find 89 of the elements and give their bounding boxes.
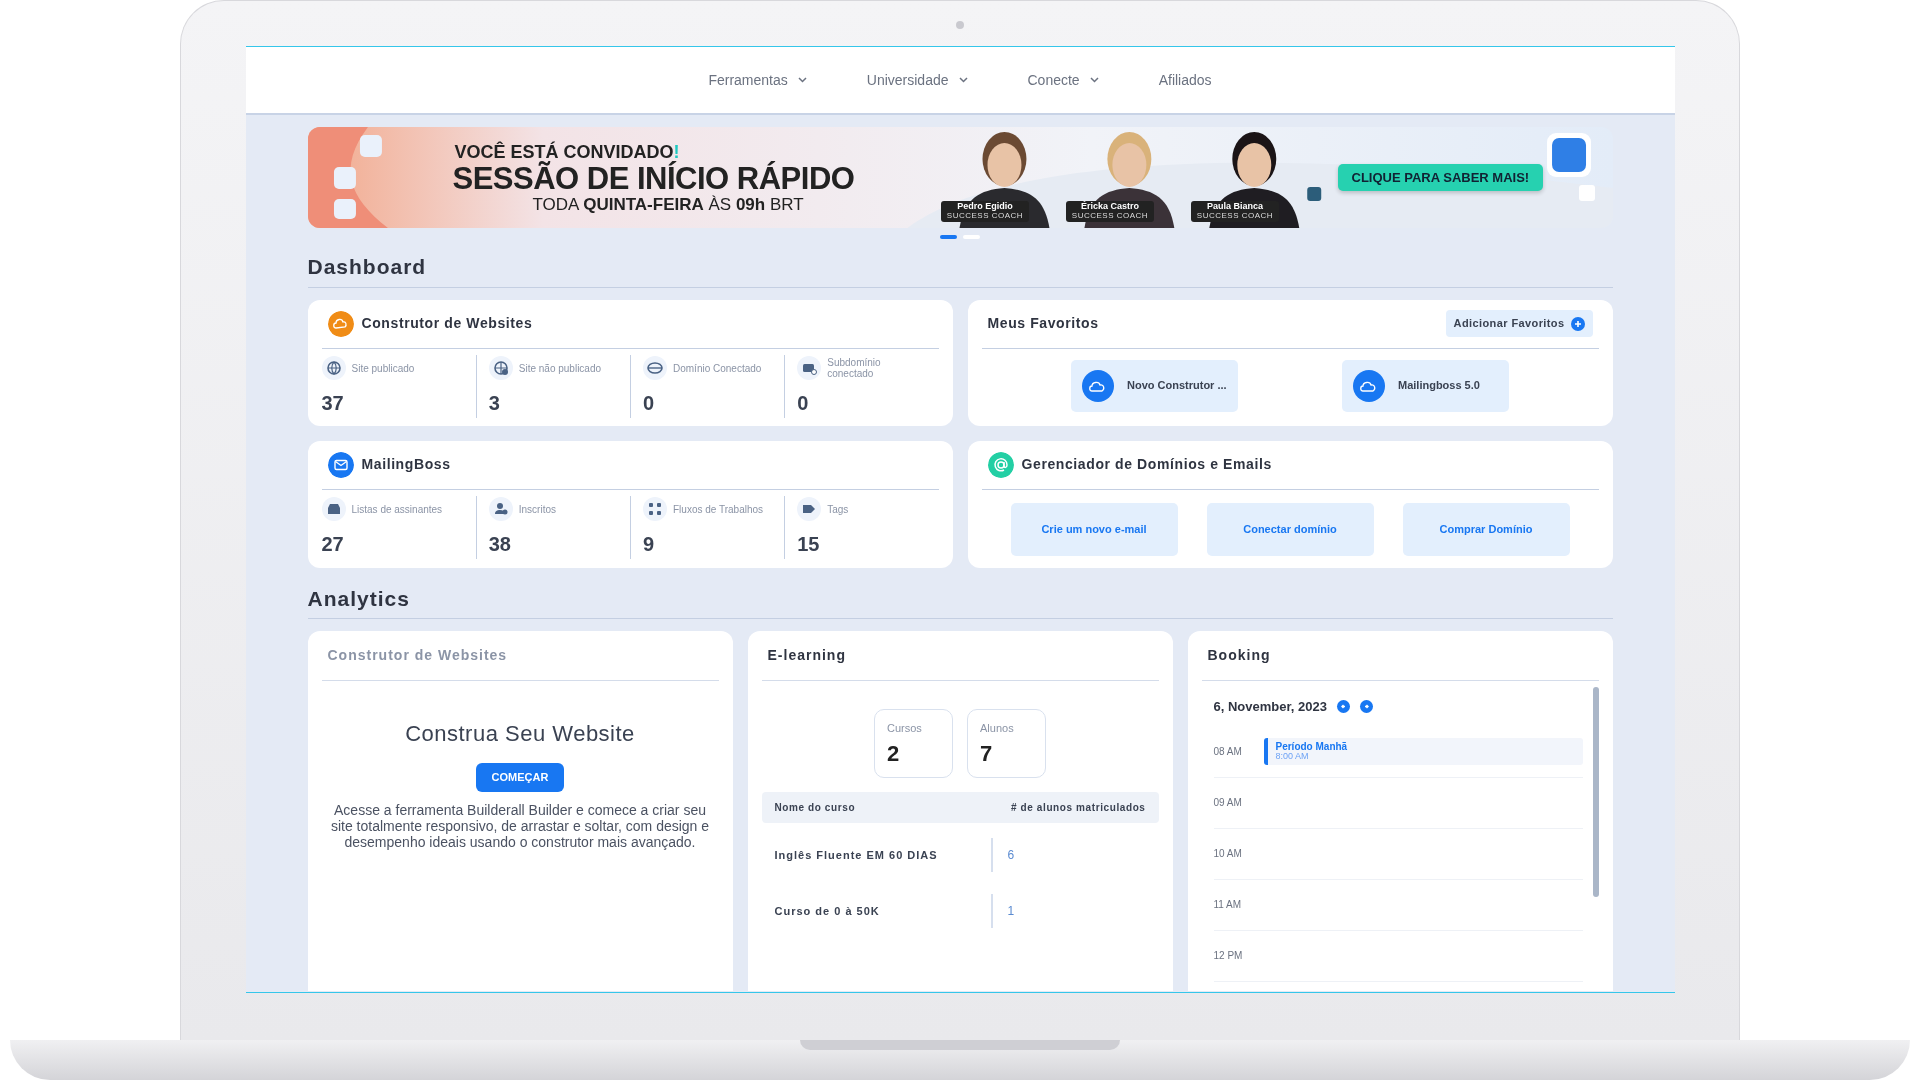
stat-value: 27	[321, 531, 345, 557]
cloud-icon	[1353, 369, 1385, 402]
banner-schedule: TODA QUINTA-FEIRA ÀS 09h BRT	[532, 195, 805, 213]
stat-label: Cursos	[887, 721, 923, 736]
cloud-icon	[1082, 369, 1114, 402]
stat-label: Site publicado	[351, 362, 415, 374]
globe-icon	[321, 356, 346, 380]
coach-role: SUCCESS COACH	[946, 212, 1024, 221]
table-cell: 6	[990, 838, 1030, 872]
user-plus-icon	[488, 497, 513, 521]
card-title: Construtor de Websites	[321, 631, 719, 681]
time-label: 08 AM	[1213, 745, 1243, 759]
cta-button[interactable]: CLIQUE PARA SABER MAIS!	[1337, 163, 1544, 192]
at-sign-icon	[987, 451, 1014, 478]
coach-name: Éricka Castro	[1080, 202, 1139, 213]
section-title: Analytics	[307, 582, 1613, 619]
stat-label: Fluxos de Trabalhos	[673, 503, 764, 515]
column-header: # de alunos matriculados	[1011, 801, 1146, 815]
time-label: 09 AM	[1213, 796, 1243, 810]
card-title: Meus Favoritos	[987, 315, 1099, 332]
inbox-icon	[321, 497, 346, 521]
time-label: 12 PM	[1213, 949, 1244, 963]
card-icon	[797, 356, 822, 380]
chevron-down-icon	[797, 77, 807, 83]
banner[interactable]: VOCÊ ESTÁ CONVIDADO! SESSÃO DE INÍCIO RÁPIDO TODA QUINTA-FEIRA ÀS 09h BRT Pedro Egidio SUCCESS COACH Éricka Castro SUCCESS COACH Paula Bianca SUCCESS COACH CLIQUE PARA SABER MAIS!	[307, 127, 1613, 228]
favorite-shortcut[interactable]: Mailingboss 5.0	[1342, 359, 1509, 412]
scrollbar[interactable]	[1592, 687, 1599, 897]
cloud-icon	[327, 310, 354, 337]
card-title: MailingBoss	[361, 456, 451, 473]
coach-role: SUCCESS COACH	[1196, 212, 1274, 221]
chevron-down-icon	[1089, 77, 1099, 83]
card-heading: Construa Seu Website	[405, 721, 635, 748]
coach-name: Paula Bianca	[1206, 202, 1263, 213]
globe-icon	[488, 356, 513, 380]
time-label: 11 AM	[1213, 898, 1243, 912]
stat-value: 38	[488, 531, 512, 557]
nav-link[interactable]: Conecte	[1027, 69, 1099, 91]
table-cell-text: Inglês Fluente EM 60 DIAS	[773, 847, 939, 863]
stat-label: Alunos	[980, 721, 1015, 736]
globe-icon	[643, 356, 667, 380]
card-title: Booking	[1201, 631, 1599, 681]
table-cell: 1	[990, 894, 1030, 928]
nav-link[interactable]: Ferramentas	[708, 69, 807, 91]
stat-value: 2	[887, 739, 901, 768]
start-button[interactable]: COMEÇAR	[475, 763, 565, 792]
domain-action-button[interactable]: Conectar domínio	[1206, 502, 1374, 556]
nav-link[interactable]: Universidade	[866, 69, 968, 91]
banner-headline: VOCÊ ESTÁ CONVIDADO!	[454, 142, 680, 161]
domain-action-button[interactable]: Comprar Domínio	[1402, 502, 1570, 556]
stat-label: Listas de assinantes	[351, 503, 443, 515]
domain-action-button[interactable]: Crie um novo e-mail	[1010, 502, 1178, 556]
stat-value: 0	[797, 390, 810, 416]
date-label: 6, November, 2023	[1213, 698, 1327, 716]
card-title: Construtor de Websites	[361, 315, 533, 332]
card-title: E-learning	[761, 631, 1159, 681]
description: Acesse a ferramenta Builderall Builder e comece a criar seu site totalmente responsivo, de arrastar e soltar, com design e desempenho ideais usando o construtor mais avançado.	[329, 801, 711, 851]
coach-name: Pedro Egidio	[957, 202, 1013, 213]
chevron-down-icon	[958, 77, 968, 83]
stat-value: 0	[643, 390, 656, 416]
add-favorites-button[interactable]: Adicionar Favoritos	[1445, 310, 1593, 337]
calendar-event[interactable]: Período Manhã 8:00 AM	[1263, 738, 1583, 765]
table-cell-text: Curso de 0 à 50K	[773, 903, 881, 919]
event-title: Período Manhã	[1275, 741, 1349, 753]
stat-label: Domínio Conectado	[673, 362, 762, 374]
stat-label: Subdomínio conectado	[827, 357, 882, 379]
coach-role: SUCCESS COACH	[1071, 212, 1149, 221]
plus-icon	[1570, 316, 1585, 331]
tag-icon	[797, 497, 822, 521]
stat-value: 7	[980, 739, 994, 768]
time-label: 10 AM	[1213, 847, 1243, 861]
nav-link[interactable]: Afiliados	[1158, 69, 1212, 91]
event-time: 8:00 AM	[1275, 752, 1310, 762]
favorite-shortcut[interactable]: Novo Construtor ...	[1071, 359, 1238, 412]
mail-icon	[327, 451, 354, 478]
banner-title: SESSÃO DE INÍCIO RÁPIDO	[452, 162, 856, 194]
stat-label: Site não publicado	[518, 362, 602, 374]
card-title: Gerenciador de Domínios e Emails	[1021, 456, 1272, 473]
stat-value: 9	[643, 531, 656, 557]
section-title: Dashboard	[307, 251, 1613, 288]
stat-label: Tags	[827, 503, 849, 515]
stat-value: 3	[488, 390, 501, 416]
nodes-icon	[643, 497, 667, 521]
stat-label: Inscritos	[518, 503, 556, 515]
previous-button[interactable]	[1336, 700, 1350, 714]
camera-icon	[956, 21, 964, 29]
stat-value: 15	[797, 531, 821, 557]
next-button[interactable]	[1359, 700, 1373, 714]
stat-value: 37	[321, 390, 345, 416]
column-header: Nome do curso	[774, 801, 856, 815]
